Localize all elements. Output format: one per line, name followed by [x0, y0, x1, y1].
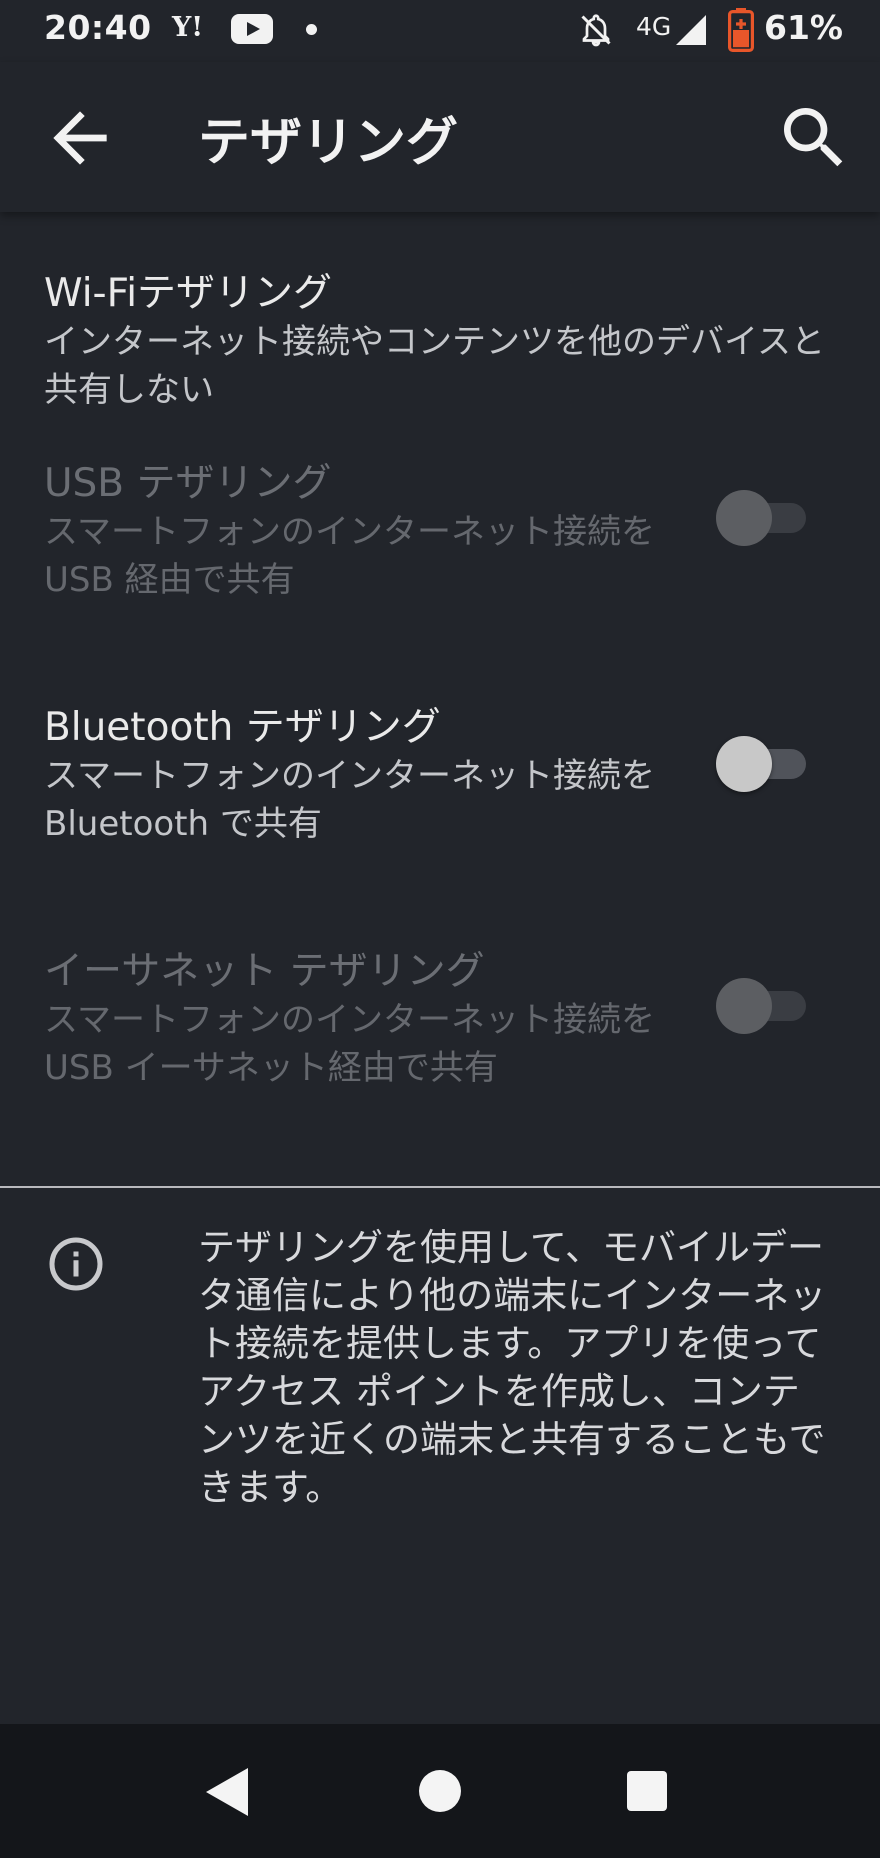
- notifications-off-icon: [581, 14, 611, 47]
- switch-thumb: [716, 978, 772, 1034]
- back-button[interactable]: [40, 98, 120, 178]
- pref-summary: スマートフォンのインターネット接続を USB イーサネット経由で共有: [44, 1000, 655, 1088]
- pref-summary: スマートフォンのインターネット接続を Bluetooth で共有: [44, 756, 655, 844]
- pref-title: Wi-Fiテザリング: [44, 271, 333, 316]
- nav-recents-icon[interactable]: [627, 1771, 667, 1811]
- switch-thumb: [716, 736, 772, 792]
- footer-info-text: テザリングを使用して、モバイルデータ通信により他の端末にインターネット接続を提供…: [198, 1226, 827, 1509]
- app-bar: テザリング: [0, 62, 880, 212]
- pref-bluetooth-tethering[interactable]: Bluetooth テザリング スマートフォンのインターネット接続を Bluet…: [0, 696, 880, 896]
- search-button[interactable]: [774, 98, 854, 178]
- pref-summary: インターネット接続やコンテンツを他のデバイスと共有しない: [44, 322, 825, 410]
- pref-wifi-tethering[interactable]: Wi-Fiテザリング インターネット接続やコンテンツを他のデバイスと共有しない: [0, 212, 880, 412]
- pref-title: イーサネット テザリング: [44, 949, 485, 994]
- pref-summary: スマートフォンのインターネット接続を USB 経由で共有: [44, 512, 655, 600]
- divider: [0, 1186, 880, 1188]
- usb-tethering-switch: [716, 490, 808, 546]
- bluetooth-tethering-switch[interactable]: [716, 736, 808, 792]
- search-icon: [784, 108, 843, 167]
- pref-usb-tethering: USB テザリング スマートフォンのインターネット接続を USB 経由で共有: [0, 452, 880, 652]
- page-title: テザリング: [198, 113, 459, 173]
- youtube-icon: [231, 14, 273, 44]
- switch-thumb: [716, 490, 772, 546]
- nav-home-icon[interactable]: [419, 1770, 461, 1812]
- notification-dot-icon: [306, 24, 317, 35]
- navigation-bar: [0, 1724, 880, 1858]
- network-type: 4G: [636, 12, 672, 41]
- status-time: 20:40: [44, 8, 152, 47]
- nav-back-icon[interactable]: [206, 1768, 248, 1816]
- tethering-settings-list: Wi-Fiテザリング インターネット接続やコンテンツを他のデバイスと共有しない …: [0, 212, 880, 1724]
- info-icon: [49, 1237, 103, 1291]
- pref-title: Bluetooth テザリング: [44, 705, 441, 750]
- pref-ethernet-tethering: イーサネット テザリング スマートフォンのインターネット接続を USB イーサネ…: [0, 940, 880, 1140]
- pref-title: USB テザリング: [44, 461, 332, 506]
- ethernet-tethering-switch: [716, 978, 808, 1034]
- battery-percent: 61%: [764, 8, 843, 47]
- status-bar: 20:40 Y! 4G 61%: [0, 0, 880, 62]
- signal-icon: [676, 15, 706, 45]
- yahoo-icon: Y!: [172, 12, 204, 43]
- arrow-back-icon: [53, 111, 107, 165]
- battery-saver-icon: [728, 8, 754, 52]
